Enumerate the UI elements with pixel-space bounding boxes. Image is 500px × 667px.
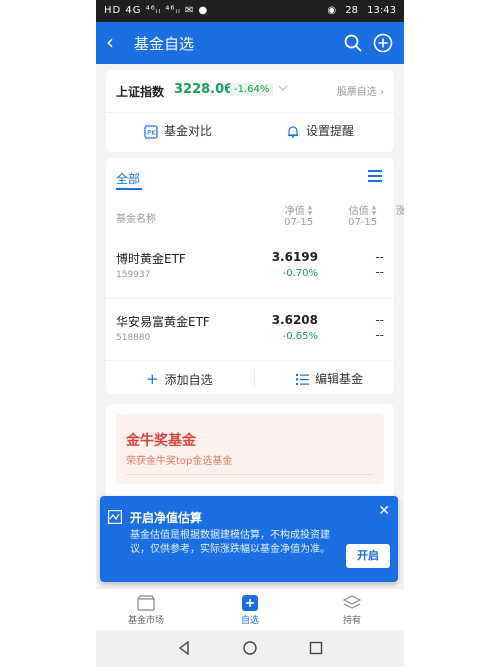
watchlist-card: 全部 基金名称 净值 ▲ ▼ 07-15 估值 ▲ ▼ 07-15 涨 博时黄金ETF … bbox=[106, 158, 404, 395]
index-change-badge: -1.64% bbox=[230, 83, 274, 96]
list-view-icon[interactable] bbox=[368, 170, 382, 182]
watchlist-actions: + 添加自选 编辑基金 bbox=[106, 360, 394, 395]
fund-estimate-pct: -- bbox=[375, 265, 384, 279]
sort-icon: ▲ ▼ bbox=[371, 204, 377, 217]
index-name: 上证指数 bbox=[116, 85, 165, 99]
index-card: 上证指数 3228.06 -1.64% 股票自选 › PK 基金对比 设置提醒 bbox=[106, 70, 394, 152]
nav-holdings[interactable]: 持有 bbox=[322, 595, 382, 626]
popup-title: 开启净值估算 bbox=[130, 511, 203, 525]
fund-name: 华安易富黄金ETF bbox=[116, 315, 210, 329]
list-item[interactable]: 华安易富黄金ETF 518880 3.6208 -0.65% -- -- bbox=[106, 298, 394, 361]
fund-change: -0.70% bbox=[282, 268, 318, 279]
close-icon[interactable]: ✕ bbox=[378, 504, 390, 518]
fund-estimate: -- bbox=[375, 313, 384, 327]
fund-compare-button[interactable]: PK 基金对比 bbox=[144, 122, 212, 142]
fund-change: -0.65% bbox=[282, 331, 318, 342]
status-time: 13:43 bbox=[367, 5, 396, 16]
add-circle-icon[interactable] bbox=[372, 32, 394, 54]
system-nav-bar bbox=[96, 630, 404, 667]
status-right: ◉ 28 13:43 bbox=[321, 5, 396, 16]
add-watchlist-button[interactable]: + 添加自选 bbox=[146, 370, 213, 388]
bottom-nav: 基金市场 自选 持有 bbox=[96, 588, 404, 631]
enable-button[interactable]: 开启 bbox=[346, 544, 390, 568]
system-recent-icon[interactable] bbox=[308, 640, 324, 656]
edit-funds-button[interactable]: 编辑基金 bbox=[296, 370, 363, 387]
status-bar: HD 4G ⁴⁶ᵢₗ ⁴⁶ᵢₗ ✉ ● ◉ 28 13:43 bbox=[96, 0, 404, 22]
divider bbox=[254, 369, 255, 387]
nav-fund-market[interactable]: 基金市场 bbox=[116, 595, 176, 626]
battery-icon: 28 bbox=[345, 5, 358, 16]
column-more: 涨 bbox=[396, 206, 404, 217]
estimate-popup: 开启净值估算 ✕ 基金估值是根据数据建模估算，不构成投资建议，仅供参考，实际涨跌… bbox=[100, 496, 398, 582]
promo-banner: 金牛奖基金 荣获金牛奖top金选基金 bbox=[116, 414, 384, 484]
list-item[interactable]: 博时黄金ETF 159937 3.6199 -0.70% -- -- bbox=[106, 236, 394, 298]
index-value: 3228.06 bbox=[174, 82, 234, 97]
set-alert-button[interactable]: 设置提醒 bbox=[286, 122, 354, 142]
tab-indicator bbox=[116, 188, 142, 190]
top-app-bar: ‹ 基金自选 bbox=[96, 22, 404, 64]
column-estimate-sort[interactable]: 估值 ▲ ▼ 07-15 bbox=[348, 202, 377, 229]
phone-screen: HD 4G ⁴⁶ᵢₗ ⁴⁶ᵢₗ ✉ ● ◉ 28 13:43 ‹ 基金自选 上证… bbox=[96, 0, 404, 667]
promo-title: 金牛奖基金 bbox=[126, 433, 196, 449]
layers-icon bbox=[343, 595, 361, 609]
system-back-icon[interactable] bbox=[176, 640, 192, 656]
column-nav-sort[interactable]: 净值 ▲ ▼ 07-15 bbox=[284, 202, 313, 229]
popup-text: 基金估值是根据数据建模估算，不构成投资建议，仅供参考，实际涨跌幅以基金净值为准。 bbox=[130, 530, 330, 555]
edit-list-icon bbox=[296, 374, 309, 385]
column-fund-name: 基金名称 bbox=[116, 214, 156, 225]
fund-nav: 3.6208 bbox=[271, 313, 318, 327]
bell-icon bbox=[288, 125, 298, 138]
chevron-down-icon[interactable] bbox=[278, 84, 288, 92]
nav-watchlist[interactable]: 自选 bbox=[220, 595, 280, 626]
watchlist-add-icon bbox=[242, 595, 258, 611]
compare-icon: PK bbox=[144, 124, 158, 139]
index-ticker[interactable]: 上证指数 3228.06 -1.64% 股票自选 › bbox=[116, 82, 384, 100]
page-title: 基金自选 bbox=[134, 35, 195, 53]
plus-icon: + bbox=[146, 370, 159, 388]
sort-icon: ▲ ▼ bbox=[307, 204, 313, 217]
svg-text:PK: PK bbox=[147, 129, 156, 137]
divider bbox=[126, 474, 374, 475]
column-headers: 基金名称 净值 ▲ ▼ 07-15 估值 ▲ ▼ 07-15 涨 bbox=[106, 200, 404, 232]
divider bbox=[106, 112, 394, 113]
promo-card[interactable]: 金牛奖基金 荣获金牛奖top金选基金 bbox=[106, 404, 394, 504]
stock-watchlist-link[interactable]: 股票自选 › bbox=[337, 83, 384, 98]
tab-all[interactable]: 全部 bbox=[116, 170, 140, 187]
fund-name: 博时黄金ETF bbox=[116, 252, 186, 266]
market-icon bbox=[137, 595, 155, 611]
back-icon[interactable]: ‹ bbox=[106, 30, 114, 54]
chart-pulse-icon bbox=[108, 510, 122, 524]
fund-estimate: -- bbox=[375, 250, 384, 264]
system-home-icon[interactable] bbox=[242, 640, 258, 656]
promo-subtitle: 荣获金牛奖top金选基金 bbox=[126, 456, 233, 467]
fund-estimate-pct: -- bbox=[375, 328, 384, 342]
eye-icon: ◉ bbox=[327, 5, 337, 16]
fund-code: 159937 bbox=[116, 270, 151, 280]
search-icon[interactable] bbox=[342, 32, 364, 54]
fund-nav: 3.6199 bbox=[271, 250, 318, 264]
status-icons: HD 4G ⁴⁶ᵢₗ ⁴⁶ᵢₗ ✉ ● bbox=[104, 5, 209, 16]
fund-code: 518880 bbox=[116, 333, 151, 343]
